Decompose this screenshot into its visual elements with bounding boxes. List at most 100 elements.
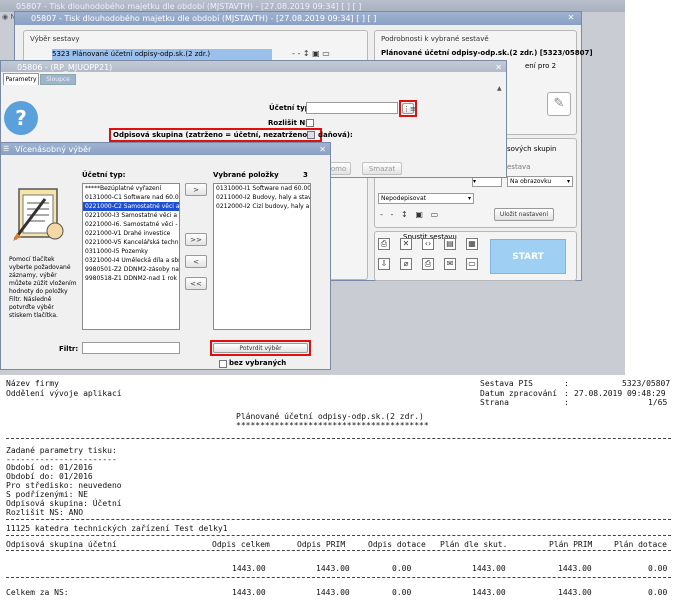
monitor-icon[interactable]: ▭ [322,49,330,58]
strana-label: Strana [480,398,509,407]
section-title: 11125 katedra technických zařízení Test … [6,524,228,533]
file-export-icon[interactable]: ▦ [466,238,478,250]
add-all-button[interactable]: >> [185,233,207,246]
podrobnosti-extra: ení pro 2 [525,62,557,70]
ucetni-typ-input[interactable] [306,102,398,114]
list-item[interactable]: 0311000-I5 Pozemky [83,247,179,256]
left-list-header: Účetní typ: [82,171,126,179]
param-line: Rozlišit NS: ANO [6,508,84,517]
pdf-icon[interactable]: ▣ [410,210,423,219]
row-dash-2: - [297,49,301,58]
list-item[interactable]: 0131000-I1 Software nad 60.000, [214,184,310,193]
help-bubble-icon: ? [4,101,38,135]
column-header: Plán dotace [614,540,667,549]
remove-button[interactable]: < [185,255,207,268]
vicenasobny-dialog: ☰ Vícenásobný výběr ✕ Pomocí tlačítek vy… [0,142,331,370]
mail-icon[interactable]: ✉ [444,258,456,270]
odpisova-checkbox[interactable] [307,131,315,139]
scroll-up-icon[interactable]: ▲ [497,85,502,92]
podrobnosti-label: Podrobnosti k vybrané sestavě [381,35,489,43]
total-cell: 1443.00 [316,588,350,597]
na-obrazovku-select[interactable]: Na obrazovku ▾ [507,176,573,187]
tab-parametry[interactable]: Parametry [3,73,39,85]
multi-select-button[interactable]: ⋮≡ [402,103,416,114]
company-name: Název firmy [6,379,59,388]
code-export-icon[interactable]: ‹› [422,238,434,250]
podpis-select[interactable]: Nepodepisovat ▾ [378,193,474,204]
right-list[interactable]: 0131000-I1 Software nad 60.000, 0211000-… [213,183,311,330]
dialog-titlebar[interactable]: ☰ Vícenásobný výběr ✕ [1,143,330,155]
list-item-selected[interactable]: 0221000-C2 Samostatné věci a s [83,202,179,211]
total-cell: 0.00 [648,588,668,597]
print-icon[interactable]: ⎙ [422,258,434,270]
params-heading: Zadané parametry tisku: [6,446,117,455]
param-line: Období od: 01/2016 [6,463,93,472]
sestava-label: estava [507,163,531,171]
screen-icon[interactable]: ▭ [466,258,478,270]
help-text: Pomocí tlačítek vyberte požadované zázna… [9,256,77,319]
settings-wrench-icon[interactable]: ✎ [547,92,571,116]
smazat-button[interactable]: Smazat [362,162,402,175]
list-item[interactable]: *****Bezúplatné vyřazení [83,184,179,193]
filtr-input[interactable] [82,342,180,354]
updown-arrows-icon[interactable]: ↕ [396,210,408,219]
add-button[interactable]: > [185,183,207,196]
spustit-icons: ⎙ ✕ ‹› ▤ ▦ ⇩ ⌀ ⎙ ✉ ▭ [378,238,488,278]
list-item[interactable]: 0131000-C1 Software nad 60.000 [83,193,179,202]
close-icon[interactable]: ✕ [565,12,577,24]
sestava-value: 5323/05807 [622,379,671,388]
report-title: Plánované účetní odpisy-odp.sk.(2 zdr.) [236,412,424,421]
updown-arrows-icon[interactable]: ↕ [303,49,310,58]
department-name: Oddělení vývoje aplikací [6,389,122,398]
close-icon[interactable]: ✕ [319,143,326,155]
list-item[interactable]: 9980518-Z1 DDNM2-nad 1 rok do [83,274,179,283]
total-label: Celkem za NS: [6,588,69,597]
total-cell: 0.00 [392,588,412,597]
start-button[interactable]: START [490,239,566,274]
parametry-window-titlebar[interactable]: 05806 - (RP_MJUOPP21) ✕ [1,61,506,72]
list-item[interactable]: 0212000-I2 Cizí budovy, haly a stav [214,202,310,211]
tab-sloupce[interactable]: Sloupce [40,74,76,85]
bez-vybranych-checkbox[interactable] [219,360,227,368]
row-cell: 1443.00 [232,564,266,573]
list-item[interactable]: 0321000-I4 Umělecká díla a sbírky [83,256,179,265]
row-cell: 1443.00 [472,564,506,573]
list-item[interactable]: 0221000-I3 Samostatné věci a so [83,211,179,220]
row-dash: - [380,210,383,219]
row-cell: 0.00 [392,564,412,573]
param-line: Odpisová skupina: Účetní [6,499,122,508]
row-dash-2: - [385,210,394,219]
doc-export-icon[interactable]: ▤ [444,238,456,250]
pdf-export-icon[interactable]: ⎙ [378,238,390,250]
total-cell: 1443.00 [558,588,592,597]
left-list[interactable]: *****Bezúplatné vyřazení 0131000-C1 Soft… [82,183,180,330]
rozlisit-checkbox[interactable] [306,119,314,127]
pdf-icon[interactable]: ▣ [312,49,320,58]
list-item[interactable]: 0221000-V5 Kancelářská technik [83,238,179,247]
close-icon[interactable]: ✕ [495,61,502,72]
datum-colon: : [564,389,569,398]
odpisova-label: Odpisová skupina (zatrženo = účetní, nez… [113,131,353,139]
list-item[interactable]: 9980501-Z2 DDNM2-zásoby nad [83,265,179,274]
list-item[interactable]: 0211000-I2 Budovy, haly a stavby [214,193,310,202]
strana-colon: : [564,398,569,407]
monitor-icon[interactable]: ▭ [426,210,439,219]
sestava-colon: : [564,379,569,388]
list-item[interactable]: 0221000-V1 Drahé investice [83,229,179,238]
row-cell: 0.00 [648,564,668,573]
strana-value: 1/65 [648,398,668,407]
nav-icon: ◉ [2,13,9,21]
column-header: Odpis dotace [368,540,426,549]
excel-export-icon[interactable]: ✕ [400,238,412,250]
divider [6,438,671,439]
attach-icon[interactable]: ⌀ [400,258,412,270]
list-item[interactable]: 0221000-I6. Samostatné věci - a [83,220,179,229]
selected-report-row[interactable]: 5323 Plánované účetní odpisy-odp.sk.(2 z… [52,49,272,60]
ulozit-nastaveni-button[interactable]: Uložit nastavení [494,208,554,221]
remove-all-button[interactable]: << [185,277,207,290]
potvrdit-vyber-button[interactable]: Potvrdit výběr [213,343,308,353]
title-underline: **************************************** [236,421,429,430]
app-icon: ☰ [3,145,10,153]
sestava-window-titlebar[interactable]: 05807 - Tisk dlouhodobého majetku dle ob… [15,12,581,25]
download-icon[interactable]: ⇩ [378,258,390,270]
